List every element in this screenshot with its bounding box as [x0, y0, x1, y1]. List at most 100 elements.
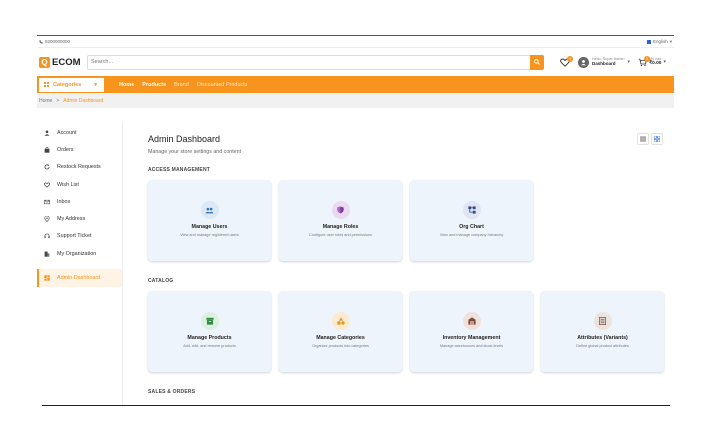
- card-title: Manage Products: [187, 335, 232, 341]
- page-title: Admin Dashboard: [148, 134, 221, 144]
- sidebar-item-label: Restock Requests: [57, 164, 101, 171]
- sidebar-item-my-organization[interactable]: My Organization: [37, 245, 122, 262]
- card-icon-bg: [331, 201, 350, 219]
- cart-text: My cart ₹0.00: [649, 57, 661, 66]
- logo-text: ECOM: [52, 56, 81, 68]
- grid-icon: [44, 82, 49, 87]
- grid-view-icon: [654, 136, 660, 142]
- cart-icon-wrap: 0: [638, 55, 651, 67]
- card-icon-bg: [331, 312, 350, 330]
- breadcrumb-separator: >: [56, 97, 60, 104]
- search-input[interactable]: [88, 55, 530, 69]
- chevron-down-icon: ▾: [663, 59, 666, 65]
- sidebar-item-orders[interactable]: Orders: [37, 141, 122, 158]
- phone-number: 9200000000: [45, 39, 71, 44]
- sidebar-item-label: Admin Dashboard: [57, 275, 101, 282]
- card-icon-bg: [200, 201, 219, 219]
- card-icon-bg: [462, 201, 481, 219]
- page-body: Account Orders Restock Requests Wish Lis…: [37, 108, 674, 405]
- chevron-down-icon: ▾: [669, 38, 672, 44]
- logo[interactable]: Q ECOM: [39, 56, 81, 68]
- wishlist-button[interactable]: 0: [560, 55, 573, 67]
- sidebar-item-support-ticket[interactable]: Support Ticket: [37, 228, 122, 245]
- sidebar-item-label: Wish List: [57, 181, 79, 188]
- sidebar-item-my-address[interactable]: My Address: [37, 210, 122, 227]
- card-manage-categories[interactable]: Manage Categories Organize products into…: [279, 291, 402, 372]
- refresh-icon: [44, 164, 50, 170]
- list-icon: [599, 317, 606, 325]
- location-pin-icon: [44, 216, 50, 223]
- breadcrumb-current: Admin Dashboard: [63, 97, 104, 104]
- wishlist-count-badge: 0: [567, 55, 573, 62]
- user-menu[interactable]: Hello, Super Admin Dashboard ▾: [578, 56, 631, 68]
- card-title: Manage Users: [191, 224, 228, 230]
- card-description: View and manage company hierarchy: [439, 233, 504, 237]
- sidebar-item-restock-requests[interactable]: Restock Requests: [37, 159, 122, 176]
- card-title: Inventory Management: [442, 335, 501, 341]
- sidebar-item-admin-dashboard[interactable]: Admin Dashboard: [37, 269, 122, 287]
- headset-icon: [44, 234, 50, 239]
- view-toggle: [637, 133, 663, 145]
- card-title: Attributes (Variants): [577, 335, 628, 341]
- header-actions: 0 Hello, Super Admin Dashboard ▾ 0 My ca…: [560, 55, 666, 68]
- chevron-down-icon: ▾: [627, 59, 631, 65]
- sidebar-item-account[interactable]: Account: [37, 124, 122, 141]
- nav-discounted-products[interactable]: Discounted Products: [197, 82, 248, 88]
- user-icon: [44, 130, 50, 136]
- chevron-down-icon: ▾: [94, 81, 97, 88]
- section-heading-access-management: ACCESS MANAGEMENT: [148, 167, 211, 173]
- card-title: Manage Categories: [316, 335, 365, 341]
- card-title: Org Chart: [459, 224, 484, 230]
- users-icon: [205, 207, 214, 213]
- main-content: Admin Dashboard Manage your store settin…: [123, 122, 674, 405]
- phone-contact[interactable]: 9200000000: [39, 39, 70, 44]
- mail-icon: [44, 199, 50, 204]
- sidebar-item-inbox[interactable]: Inbox: [37, 193, 122, 210]
- sidebar-item-wish-list[interactable]: Wish List: [37, 176, 122, 193]
- language-selector[interactable]: English ▾: [646, 38, 672, 45]
- avatar: [578, 56, 589, 68]
- list-view-icon: [640, 136, 646, 142]
- card-description: Define global product attributes: [576, 344, 629, 348]
- building-icon: [44, 251, 50, 257]
- card-attributes-variants[interactable]: Attributes (Variants) Define global prod…: [541, 291, 664, 372]
- card-org-chart[interactable]: Org Chart View and manage company hierar…: [410, 180, 533, 261]
- search-button[interactable]: [530, 54, 544, 70]
- phone-icon: [39, 39, 43, 44]
- search-bar: [87, 54, 544, 70]
- categories-dropdown[interactable]: Categories ▾: [39, 77, 104, 92]
- section-heading-sales-orders: SALES & ORDERS: [148, 389, 196, 395]
- box-icon: [205, 317, 214, 325]
- card-manage-users[interactable]: Manage Users View and manage registered …: [148, 180, 271, 261]
- card-inventory-management[interactable]: Inventory Management Manage warehouses a…: [410, 291, 533, 372]
- card-description: Organize products into categories: [312, 344, 369, 348]
- card-manage-products[interactable]: Manage Products Add, edit, and remove pr…: [148, 291, 271, 372]
- search-icon: [534, 59, 540, 65]
- main-nav: Categories ▾ Home Products Brand Discoun…: [37, 76, 674, 93]
- warehouse-icon: [467, 317, 476, 325]
- card-icon-bg: [462, 312, 481, 330]
- categories-left: Categories: [44, 82, 81, 88]
- cart-count-badge: 0: [644, 55, 651, 62]
- shapes-icon: [336, 317, 345, 325]
- breadcrumb-home[interactable]: Home: [39, 98, 52, 104]
- page-subtitle: Manage your store settings and content: [148, 149, 242, 155]
- sidebar-item-label: My Address: [57, 216, 86, 223]
- section-heading-catalog: CATALOG: [148, 278, 174, 284]
- language-label: English: [652, 39, 668, 44]
- sidebar: Account Orders Restock Requests Wish Lis…: [37, 122, 123, 405]
- nav-brand[interactable]: Brand: [174, 82, 189, 88]
- sidebar-item-label: Inbox: [57, 198, 71, 205]
- card-description: View and manage registered users: [180, 233, 239, 237]
- card-manage-roles[interactable]: Manage Roles Configure user roles and pe…: [279, 180, 402, 261]
- list-view-button[interactable]: [637, 133, 649, 145]
- grid-view-button[interactable]: [651, 133, 663, 145]
- nav-home[interactable]: Home: [119, 82, 134, 88]
- shield-icon: [337, 206, 344, 214]
- cart-button[interactable]: 0 My cart ₹0.00 ▾: [638, 55, 666, 67]
- nav-products[interactable]: Products: [142, 82, 166, 88]
- user-icon: [581, 59, 586, 65]
- nav-links: Home Products Brand Discounted Products: [119, 82, 248, 88]
- card-icon-bg: [593, 312, 612, 330]
- card-description: Manage warehouses and stock levels: [439, 344, 504, 348]
